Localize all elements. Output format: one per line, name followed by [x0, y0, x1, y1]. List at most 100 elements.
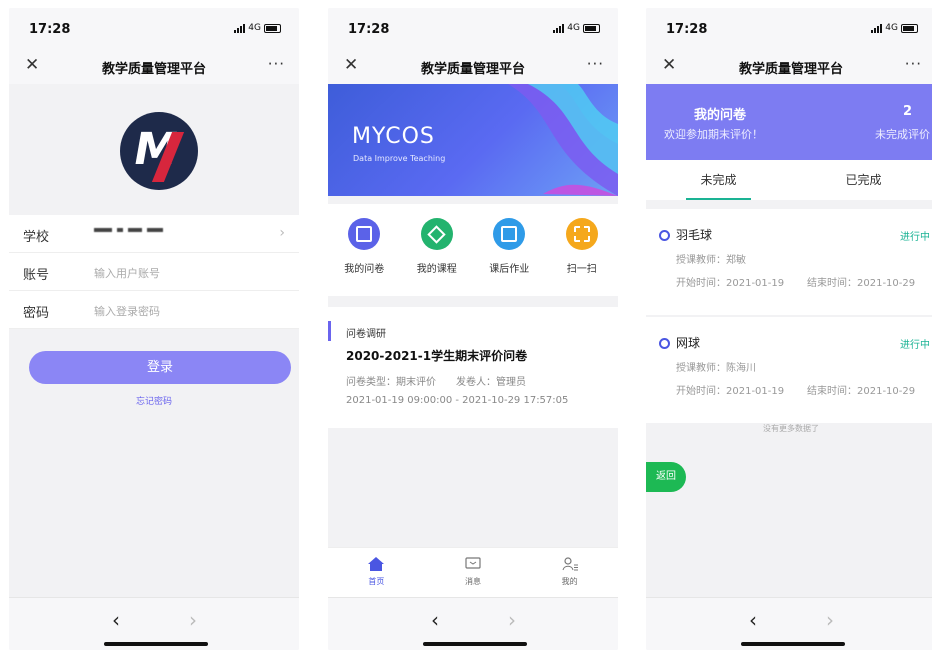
school-label: 学校	[23, 230, 50, 245]
tab-label: 首页	[368, 577, 385, 586]
more-icon[interactable]: ···	[587, 55, 604, 73]
bottom-tab-bar: 首页 消息 我的	[328, 547, 618, 598]
status-bar: 17:28 4G	[9, 8, 299, 48]
quick-my-courses[interactable]: 我的课程	[401, 204, 474, 296]
school-value-redacted	[94, 228, 163, 232]
survey-tabs: 未完成 已完成	[646, 160, 932, 200]
page-title: 教学质量管理平台	[101, 62, 206, 77]
status-badge: 进行中	[900, 340, 930, 351]
profile-icon	[562, 557, 578, 571]
nav-bar: ✕ 教学质量管理平台 ···	[328, 48, 618, 84]
header-subtitle: 欢迎参加期末评价！	[664, 128, 763, 141]
signal-icon	[234, 23, 246, 33]
start-date: 开始时间：2021-01-19	[676, 278, 785, 289]
forward-arrow-icon[interactable]: ›	[189, 608, 197, 632]
survey-item[interactable]: 网球 进行中 授课教师：陈海川 开始时间：2021-01-19 结束时间：202…	[646, 317, 932, 423]
signal-icon	[871, 23, 883, 33]
account-label: 账号	[23, 268, 50, 283]
pending-count-label: 未完成评价	[875, 128, 930, 141]
more-icon[interactable]: ···	[905, 55, 922, 73]
more-icon[interactable]: ···	[268, 55, 285, 73]
no-more-data: 没有更多数据了	[763, 424, 819, 433]
survey-card[interactable]: 问卷调研 2020-2021-1学生期末评价问卷 问卷类型：期末评价 发卷人：管…	[328, 307, 618, 428]
forward-arrow-icon[interactable]: ›	[826, 608, 834, 632]
home-indicator	[104, 642, 208, 646]
status-time: 17:28	[29, 22, 71, 37]
network-type: 4G	[248, 23, 261, 33]
survey-icon	[348, 218, 381, 250]
quick-label: 我的问卷	[344, 264, 385, 275]
network-type: 4G	[885, 23, 898, 33]
tab-home[interactable]: 首页	[328, 548, 425, 598]
back-arrow-icon[interactable]: ‹	[112, 608, 120, 632]
battery-icon	[264, 23, 281, 33]
tab-completed[interactable]: 已完成	[791, 160, 932, 200]
back-button[interactable]: 返回	[646, 462, 686, 492]
account-field[interactable]: 账号 输入用户账号	[9, 253, 299, 291]
quick-homework[interactable]: 课后作业	[473, 204, 546, 296]
browser-toolbar: ‹ ›	[646, 597, 932, 650]
back-arrow-icon[interactable]: ‹	[749, 608, 757, 632]
forgot-password-link[interactable]: 忘记密码	[9, 394, 299, 407]
home-indicator	[423, 642, 527, 646]
tab-label: 我的	[561, 577, 578, 586]
password-input[interactable]: 输入登录密码	[94, 303, 160, 319]
forward-arrow-icon[interactable]: ›	[508, 608, 516, 632]
message-icon	[465, 557, 481, 569]
browser-toolbar: ‹ ›	[9, 597, 299, 650]
chevron-right-icon: ›	[279, 225, 285, 241]
home-screen: 17:28 4G ✕ 教学质量管理平台 ··· MYCOS Data Impro…	[328, 8, 618, 650]
home-icon	[368, 557, 385, 571]
banner-tagline: Data Improve Teaching	[353, 154, 446, 163]
app-logo: M	[120, 112, 198, 190]
tab-incomplete[interactable]: 未完成	[646, 160, 791, 200]
quick-label: 课后作业	[489, 264, 530, 275]
card-meta: 问卷类型：期末评价 发卷人：管理员	[346, 377, 526, 388]
login-form: 学校 › 账号 输入用户账号 密码 输入登录密码	[9, 215, 299, 329]
header-title: 我的问卷	[694, 108, 747, 123]
status-badge: 进行中	[900, 232, 930, 243]
card-accent-bar	[328, 321, 331, 341]
login-button[interactable]: 登录	[29, 351, 291, 384]
survey-item[interactable]: 羽毛球 进行中 授课教师：郑敏 开始时间：2021-01-19 结束时间：202…	[646, 209, 932, 315]
password-field[interactable]: 密码 输入登录密码	[9, 291, 299, 329]
mycos-banner[interactable]: MYCOS Data Improve Teaching	[328, 84, 618, 196]
quick-label: 我的课程	[416, 264, 457, 275]
status-bar: 17:28 4G	[328, 8, 618, 48]
teacher: 授课教师：郑敏	[676, 255, 746, 266]
account-input[interactable]: 输入用户账号	[94, 265, 160, 281]
nav-bar: ✕ 教学质量管理平台 ···	[9, 48, 299, 84]
surveys-header: 我的问卷 欢迎参加期末评价！ 2 未完成评价	[646, 84, 932, 160]
battery-icon	[583, 23, 600, 33]
card-title: 2020-2021-1学生期末评价问卷	[346, 349, 528, 363]
signal-icon	[553, 23, 565, 33]
home-indicator	[741, 642, 845, 646]
battery-icon	[901, 23, 918, 33]
quick-my-surveys[interactable]: 我的问卷	[328, 204, 401, 296]
signal-indicator: 4G	[234, 23, 281, 33]
card-category: 问卷调研	[346, 329, 386, 340]
school-field[interactable]: 学校 ›	[9, 215, 299, 253]
end-date: 结束时间：2021-10-29	[807, 278, 916, 289]
teacher: 授课教师：陈海川	[676, 363, 756, 374]
nav-bar: ✕ 教学质量管理平台 ···	[646, 48, 932, 84]
surveys-screen: 17:28 4G ✕ 教学质量管理平台 ··· 我的问卷 欢迎参加期末评价！ 2…	[646, 8, 932, 650]
circle-icon	[659, 230, 670, 241]
tab-profile[interactable]: 我的	[521, 548, 618, 598]
circle-icon	[659, 338, 670, 349]
signal-indicator: 4G	[871, 23, 918, 33]
banner-brand: MYCOS	[352, 124, 435, 149]
course-name: 羽毛球	[676, 228, 713, 242]
status-time: 17:28	[666, 22, 708, 37]
quick-scan[interactable]: 扫一扫	[546, 204, 619, 296]
signal-indicator: 4G	[553, 23, 600, 33]
page-title: 教学质量管理平台	[420, 62, 525, 77]
homework-icon	[493, 218, 526, 250]
tab-messages[interactable]: 消息	[425, 548, 522, 598]
tab-label: 消息	[465, 577, 481, 586]
password-label: 密码	[23, 306, 50, 321]
status-time: 17:28	[348, 22, 390, 37]
end-date: 结束时间：2021-10-29	[807, 386, 916, 397]
back-arrow-icon[interactable]: ‹	[431, 608, 439, 632]
login-screen: 17:28 4G ✕ 教学质量管理平台 ··· M 学校 › 账号 输入用户账号…	[9, 8, 299, 650]
